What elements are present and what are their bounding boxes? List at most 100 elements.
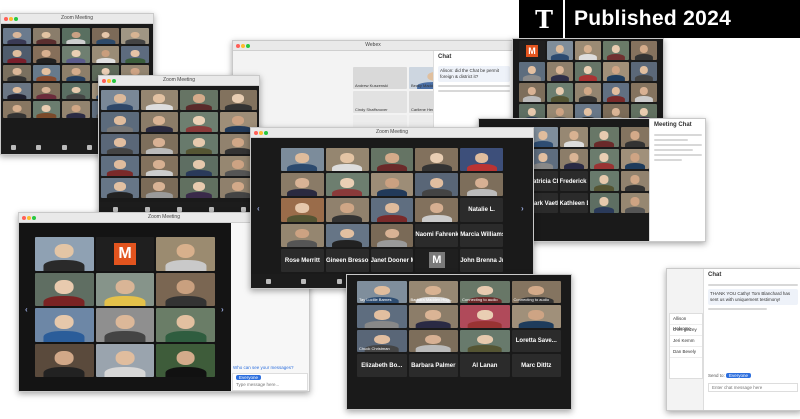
video-tile[interactable] [460,148,503,172]
next-page-arrow[interactable]: › [221,305,224,314]
video-tile[interactable] [91,28,120,45]
video-tile[interactable]: M [415,248,459,272]
video-tile[interactable] [3,64,31,81]
video-tile[interactable] [101,156,139,176]
video-tile[interactable] [559,149,588,169]
video-tile[interactable]: M [519,41,545,60]
security-icon[interactable] [336,278,342,284]
video-tile[interactable] [408,329,458,353]
video-tile[interactable]: Tay Lucille Barnes [357,281,407,304]
video-tile[interactable] [460,329,510,353]
video-tile[interactable] [415,173,459,197]
video-tile[interactable]: Elizabeth Bo... [357,354,407,377]
video-tile[interactable] [281,198,324,222]
video-tile[interactable] [511,305,561,328]
video-tile[interactable]: Loretta Save... [511,329,561,353]
video-tile[interactable] [519,83,545,102]
video-tile[interactable] [3,28,31,45]
video-tile[interactable] [180,112,218,132]
video-tile[interactable] [281,223,324,247]
video-tile[interactable] [140,156,178,176]
participant-row[interactable]: Allison Halvorse [670,314,702,331]
video-tile[interactable]: Barbara Palmer [408,354,458,377]
video-tile[interactable] [370,148,414,172]
video-tile[interactable]: John Brenna Jr [460,248,503,272]
video-tile[interactable] [547,83,573,102]
video-tile[interactable]: Natalie L. [460,198,503,222]
video-tile[interactable] [620,149,649,169]
video-tile[interactable] [35,308,94,342]
video-tile[interactable] [603,41,629,60]
video-tile[interactable] [575,62,601,81]
video-tile[interactable] [603,83,629,102]
camera-icon[interactable] [144,206,150,212]
participant-row[interactable]: Dan Bevely [670,347,702,358]
video-tile[interactable] [156,272,215,306]
video-tile[interactable]: Marc Ditltz [511,354,561,377]
video-tile[interactable] [156,237,215,271]
video-tile[interactable] [35,272,94,306]
send-to-select[interactable]: Everyone [726,373,752,378]
video-tile[interactable] [590,171,619,191]
video-tile[interactable] [32,83,61,100]
video-tile[interactable] [590,193,619,213]
video-tile[interactable] [62,101,90,118]
camera-icon[interactable] [301,278,307,284]
video-tile[interactable] [140,112,178,132]
video-tile[interactable] [91,46,120,63]
participant-row[interactable]: Jeri Kemm [670,336,702,347]
video-tile[interactable]: Rose Merritt [281,248,324,272]
video-tile[interactable] [62,46,90,63]
video-tile[interactable]: Naomi Fahrenkrug [415,223,459,247]
video-tile[interactable] [3,101,31,118]
video-tile[interactable] [620,193,649,213]
share-icon[interactable] [240,206,246,212]
video-tile[interactable] [62,28,90,45]
video-tile[interactable] [415,198,459,222]
video-tile[interactable] [631,83,657,102]
camera-icon[interactable] [36,144,42,150]
chat-input[interactable]: Everyone Type message here... [232,373,308,391]
video-tile[interactable] [3,46,31,63]
video-tile[interactable] [101,178,139,198]
video-tile[interactable] [101,90,139,110]
video-tile[interactable] [370,223,414,247]
video-tile[interactable] [101,112,139,132]
send-to-select[interactable]: Everyone [236,375,262,380]
video-tile[interactable] [547,62,573,81]
video-tile[interactable] [121,28,149,45]
chat-input[interactable]: Enter chat message here [708,383,798,392]
video-tile[interactable]: Marcia Williams [460,223,503,247]
video-tile[interactable] [32,46,61,63]
chat-icon[interactable] [87,144,93,150]
video-tile[interactable]: M [95,237,155,271]
window-controls[interactable] [236,43,251,52]
video-tile[interactable] [121,46,149,63]
video-tile[interactable] [575,83,601,102]
video-tile[interactable] [219,90,257,110]
video-tile[interactable] [575,41,601,60]
mic-icon[interactable] [112,206,118,212]
video-tile[interactable] [35,237,94,271]
next-page-arrow[interactable]: › [521,204,524,213]
who-can-see-prompt[interactable]: Who can see your messages? [233,365,294,370]
video-tile[interactable] [140,178,178,198]
participants-icon[interactable] [176,206,182,212]
video-tile[interactable] [519,62,545,81]
video-tile[interactable]: Gineen Bresso [325,248,369,272]
video-tile[interactable] [62,64,90,81]
mic-icon[interactable] [11,144,17,150]
participants-icon[interactable] [61,144,67,150]
video-tile[interactable] [101,134,139,154]
video-tile[interactable] [559,127,588,147]
video-tile[interactable] [62,83,90,100]
video-tile[interactable] [281,173,324,197]
window-controls[interactable] [102,78,117,87]
mic-icon[interactable] [266,278,272,284]
video-tile[interactable] [620,171,649,191]
video-tile[interactable]: Frederick Ne... [559,171,588,191]
video-tile[interactable] [156,308,215,342]
video-tile[interactable]: Chuck Christman [357,329,407,353]
video-tile[interactable] [325,148,369,172]
video-tile[interactable] [415,148,459,172]
